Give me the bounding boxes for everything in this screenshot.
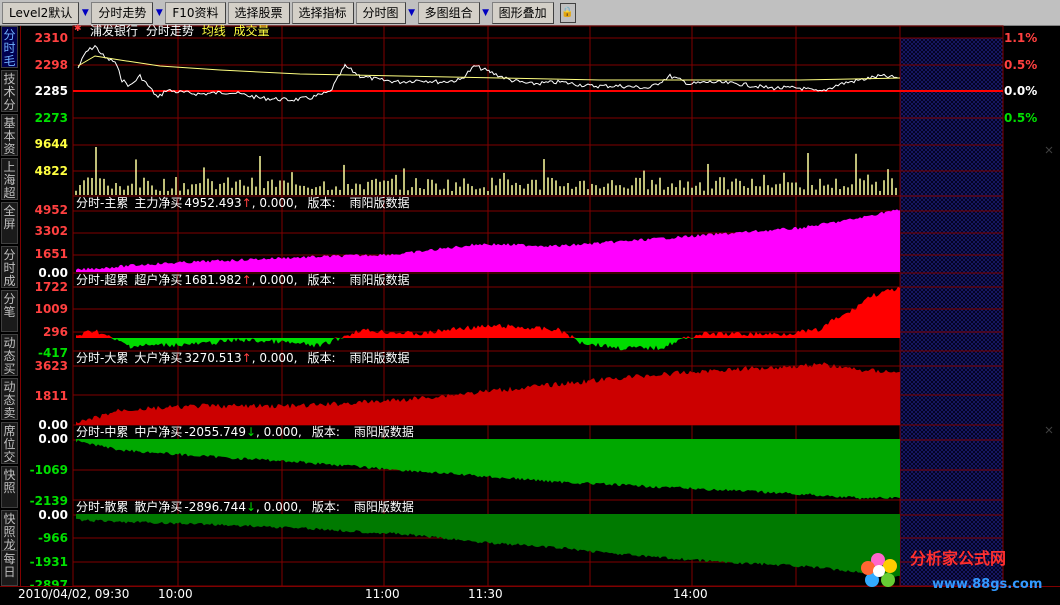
panel-name: 分时-中累 (76, 425, 129, 439)
version-label: 版本: (307, 273, 336, 287)
pct-label: 1.1% (1004, 31, 1038, 45)
marker-icon: ✱ (74, 24, 82, 34)
panel-y-label: 0.00 (38, 508, 68, 522)
avg-line-legend: 均线 (201, 24, 226, 38)
time-tick: 14:00 (673, 587, 708, 601)
indicator-extra: , 0.000, (256, 500, 302, 514)
indicator-value: -2896.744 (184, 500, 246, 514)
panel-title: 分时-大累 大户净买 3270.513↑, 0.000, 版本: 雨阳版数据 (76, 351, 410, 365)
indicator-extra: , 0.000, (251, 196, 298, 210)
price-label: 2298 (34, 58, 68, 72)
price-label: 2273 (34, 111, 68, 125)
panel-title: 分时-主累 主力净买 4952.493↑, 0.000, 版本: 雨阳版数据 (76, 196, 410, 210)
panel-name: 分时-大累 (76, 351, 129, 365)
panel-y-label: -417 (37, 346, 68, 360)
trend-arrow: ↑ (241, 351, 252, 365)
panel-y-label: 0.00 (38, 266, 68, 280)
indicator-value: 3270.513 (184, 351, 242, 365)
panel-y-label: 0.00 (38, 418, 68, 432)
stock-name: 浦发银行 (90, 24, 139, 38)
pct-label: 0.0% (1004, 84, 1038, 98)
indicator-extra: , 0.000, (256, 425, 302, 439)
panel-title: 分时-中累 中户净买 -2055.749↓, 0.000, 版本: 雨阳版数据 (76, 425, 414, 439)
indicator-value: -2055.749 (184, 425, 246, 439)
close-icon (1045, 426, 1053, 434)
volume-legend: 成交量 (233, 24, 270, 38)
panel-y-label: -2139 (29, 494, 68, 508)
main-chart-header: ✱ 浦发银行 分时走势 均线 成交量 (74, 24, 270, 38)
time-tick: 11:00 (365, 587, 400, 601)
indicator-name: 超户净买 (134, 273, 183, 287)
panel-title: 分时-超累 超户净买 1681.982↑, 0.000, 版本: 雨阳版数据 (76, 273, 410, 287)
version-value: 雨阳版数据 (353, 500, 414, 514)
trend-arrow: ↑ (241, 273, 252, 287)
pct-label: 0.5% (1004, 111, 1038, 125)
version-value: 雨阳版数据 (353, 425, 414, 439)
trend-arrow: ↓ (245, 425, 257, 439)
time-tick: 11:30 (468, 587, 503, 601)
version-label: 版本: (311, 500, 340, 514)
time-tick: 10:00 (158, 587, 193, 601)
version-value: 雨阳版数据 (349, 273, 410, 287)
close-icon (1045, 146, 1053, 154)
volume-label: 4822 (34, 164, 68, 178)
logo-text: 分析家公式网 (910, 549, 1007, 568)
panel-y-label: -1069 (29, 463, 68, 477)
site-logo: 分析家公式网 www.88gs.com (858, 546, 1058, 602)
chart-mode: 分时走势 (145, 24, 194, 38)
version-value: 雨阳版数据 (349, 196, 410, 210)
indicator-extra: , 0.000, (251, 273, 298, 287)
panel-y-label: -966 (37, 531, 68, 545)
future-region (900, 38, 1003, 586)
avg-line (77, 55, 901, 81)
panel-title: 分时-散累 散户净买 -2896.744↓, 0.000, 版本: 雨阳版数据 (76, 500, 414, 514)
panel-y-label: 1651 (34, 247, 68, 261)
indicator-name: 大户净买 (134, 351, 183, 365)
trend-arrow: ↑ (241, 196, 252, 210)
price-label: 2285 (34, 84, 68, 98)
version-label: 版本: (307, 196, 336, 210)
version-label: 版本: (307, 351, 336, 365)
price-line (77, 44, 901, 102)
indicator-name: 主力净买 (134, 196, 183, 210)
panel-y-label: 3623 (34, 359, 68, 373)
panel-name: 分时-超累 (76, 273, 129, 287)
panel-y-label: 296 (42, 325, 68, 339)
panel-name: 分时-散累 (76, 500, 129, 514)
panel-y-label: 0.00 (38, 432, 68, 446)
cursor-time: 2010/04/02, 09:30 (18, 587, 130, 601)
pct-label: 0.5% (1004, 58, 1038, 72)
panel-y-label: -1931 (29, 555, 68, 569)
version-label: 版本: (311, 425, 340, 439)
indicator-extra: , 0.000, (251, 351, 298, 365)
panel-y-label: 4952 (34, 203, 68, 217)
indicator-value: 1681.982 (184, 273, 242, 287)
version-value: 雨阳版数据 (349, 351, 410, 365)
indicator-value: 4952.493 (184, 196, 242, 210)
panel-y-label: 1811 (34, 389, 68, 403)
price-label: 2310 (34, 31, 68, 45)
panel-name: 分时-主累 (76, 196, 129, 210)
panel-y-label: 3302 (34, 224, 68, 238)
indicator-name: 中户净买 (134, 425, 183, 439)
panel-y-label: 1722 (34, 280, 68, 294)
indicator-name: 散户净买 (134, 500, 183, 514)
trend-arrow: ↓ (245, 500, 257, 514)
volume-label: 9644 (34, 137, 68, 151)
panel-y-label: 1009 (34, 302, 68, 316)
logo-url: www.88gs.com (932, 577, 1043, 592)
